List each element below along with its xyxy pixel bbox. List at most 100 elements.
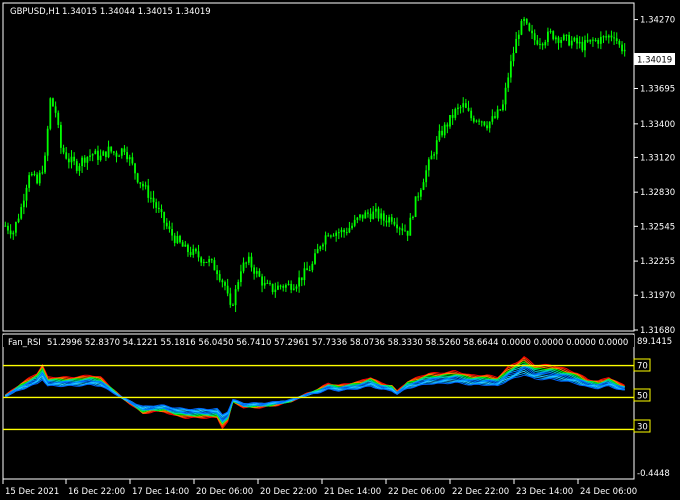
- price-tick-label: 1.33695: [640, 84, 675, 94]
- candle-body: [292, 288, 295, 290]
- price-tick-label: 1.33400: [640, 120, 675, 130]
- candle-body: [547, 31, 549, 43]
- level-30-tag: 30: [633, 419, 651, 433]
- candle-body: [478, 120, 481, 122]
- candle-body: [435, 140, 438, 155]
- candle-body: [17, 218, 20, 223]
- candle-body: [192, 248, 195, 255]
- candle-body: [359, 214, 361, 218]
- candle-body: [67, 158, 70, 163]
- candle-body: [284, 284, 287, 288]
- candle-body: [128, 157, 131, 160]
- candle-body: [36, 174, 38, 184]
- candle-body: [229, 293, 232, 305]
- candle-body: [369, 213, 372, 219]
- candle-body: [351, 225, 353, 229]
- candle: [52, 97, 54, 107]
- candle-body: [552, 31, 555, 40]
- price-tick-label: 1.33120: [640, 153, 675, 163]
- candle-body: [441, 130, 443, 136]
- candle-body: [557, 37, 560, 43]
- candle-body: [120, 148, 123, 156]
- candle-body: [155, 202, 158, 208]
- candle-body: [94, 150, 97, 155]
- candle-body: [541, 43, 544, 46]
- candle-body: [152, 197, 155, 203]
- candle-body: [562, 35, 565, 40]
- candle-body: [361, 214, 364, 219]
- current-price-tag: 1.34019: [634, 53, 675, 66]
- symbol-label: GBPUSD,H1: [10, 7, 60, 17]
- candle-body: [464, 103, 467, 108]
- candle-body: [271, 283, 274, 293]
- candle-body: [118, 155, 121, 157]
- candle-body: [525, 18, 528, 24]
- candle-body: [261, 276, 263, 286]
- candle-body: [298, 277, 301, 287]
- candle-body: [607, 35, 610, 38]
- candle-body: [584, 40, 586, 51]
- candle: [528, 22, 531, 32]
- candle-body: [25, 187, 28, 201]
- candle-body: [81, 157, 83, 167]
- level-70-label: 70: [637, 362, 648, 372]
- candle-body: [393, 221, 396, 225]
- candle-body: [30, 173, 33, 176]
- candle-body: [494, 116, 496, 118]
- candle-body: [78, 166, 81, 171]
- candle-body: [200, 257, 203, 263]
- candle-body: [396, 224, 398, 229]
- candle-body: [142, 183, 144, 187]
- candle-body: [258, 271, 261, 277]
- candle-body: [107, 146, 110, 158]
- candle-body: [173, 235, 176, 243]
- candle-body: [480, 121, 483, 123]
- time-tick-label: 22 Dec 06:00: [388, 487, 445, 497]
- candle-body: [160, 209, 163, 213]
- price-tick-label: 1.34270: [640, 16, 675, 26]
- candle-body: [491, 116, 494, 122]
- candle-body: [332, 235, 335, 237]
- candle-body: [324, 235, 327, 245]
- candle-body: [319, 246, 322, 249]
- candle-body: [110, 146, 113, 152]
- candle-body: [523, 18, 525, 21]
- candle-body: [303, 268, 306, 281]
- candle-body: [496, 109, 499, 118]
- candle-body: [602, 36, 605, 38]
- candle-body: [282, 286, 285, 288]
- candle-body: [126, 152, 128, 160]
- candle-body: [337, 232, 340, 234]
- candle-body: [345, 232, 348, 234]
- indicator-axis-top: 89.1415: [637, 337, 672, 347]
- candle-body: [398, 228, 401, 230]
- candle-body: [165, 222, 168, 227]
- candle-body: [287, 283, 290, 285]
- candle-body: [91, 154, 94, 156]
- candle-body: [157, 207, 160, 210]
- candle-body: [475, 120, 478, 122]
- candle-body: [33, 173, 36, 175]
- candle-body: [568, 34, 570, 46]
- candle: [414, 196, 417, 218]
- candle-body: [216, 270, 218, 275]
- candle-body: [570, 40, 573, 46]
- candle-body: [507, 77, 510, 88]
- candle-body: [60, 124, 62, 148]
- candle-body: [144, 185, 147, 187]
- candle-body: [168, 226, 171, 230]
- candle-body: [295, 286, 298, 289]
- candle-body: [52, 98, 54, 107]
- candle: [49, 97, 52, 131]
- candle-body: [528, 23, 531, 31]
- candle-body: [438, 130, 441, 141]
- candle-body: [277, 285, 279, 290]
- candle-body: [605, 36, 608, 38]
- candle-body: [406, 230, 409, 236]
- time-tick-label: 22 Dec 22:00: [452, 487, 509, 497]
- candle-body: [308, 270, 311, 272]
- candle-body: [581, 41, 584, 51]
- candle-body: [409, 217, 412, 236]
- time-tick-label: 17 Dec 14:00: [132, 487, 189, 497]
- candle-body: [316, 248, 319, 254]
